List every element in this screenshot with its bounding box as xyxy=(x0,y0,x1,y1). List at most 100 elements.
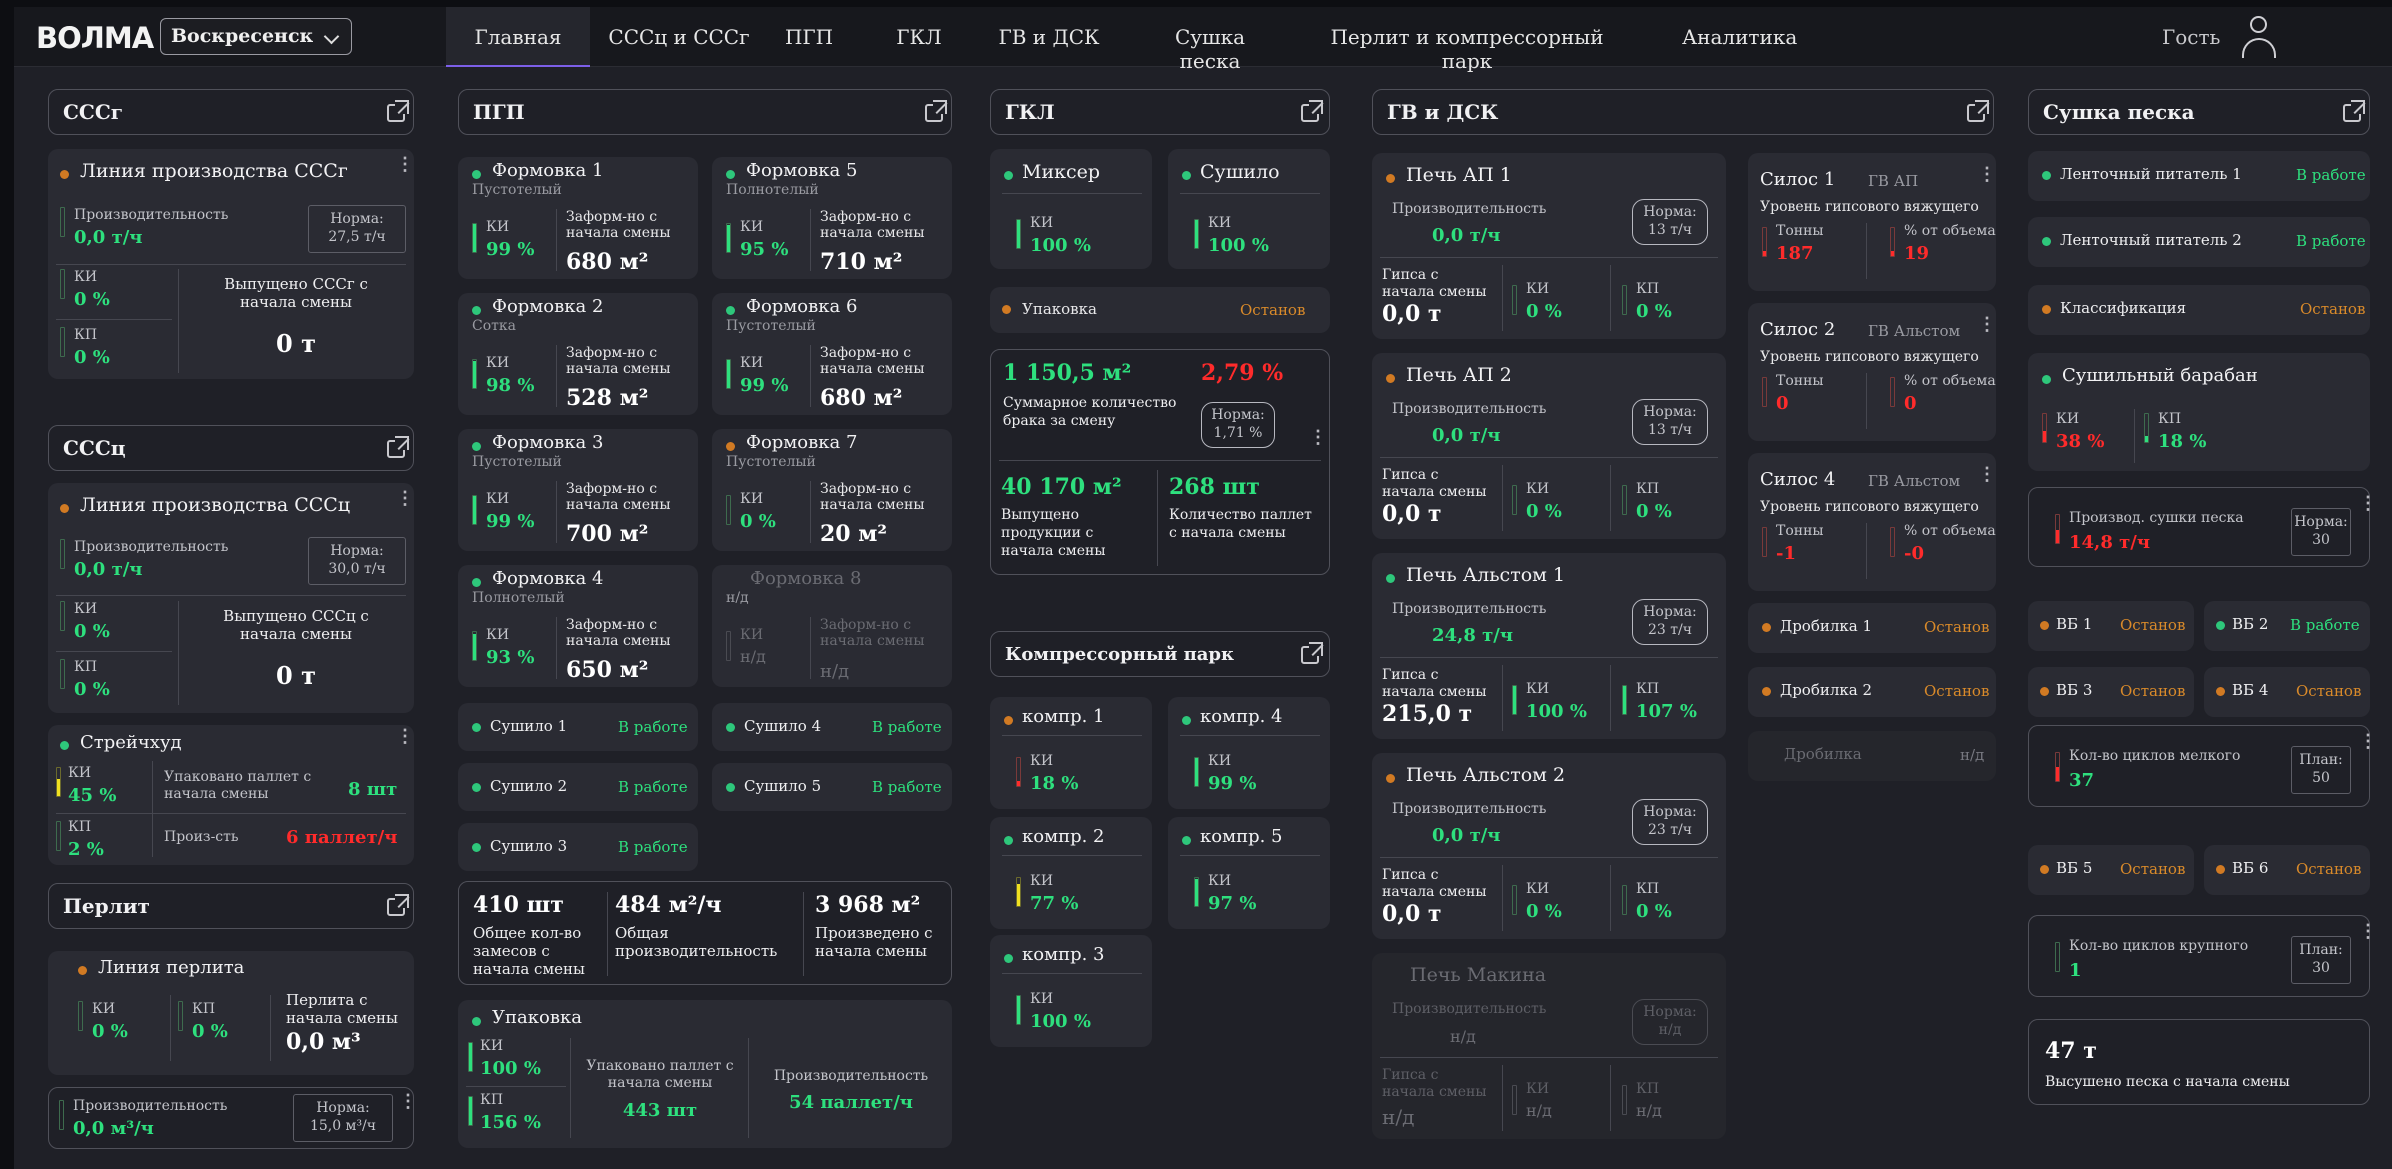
divider xyxy=(1002,855,1142,856)
pgp-summary-card: 410 шт Общее кол-во замесов с начала сме… xyxy=(458,881,952,985)
perf-value: н/д xyxy=(1450,1027,1476,1046)
vb-card: ВБ 1 Останов xyxy=(2028,601,2194,651)
more-menu-icon[interactable]: ⋮ xyxy=(396,490,414,508)
forming-type: Сотка xyxy=(472,318,516,334)
status-dot xyxy=(2042,375,2051,384)
more-menu-icon[interactable]: ⋮ xyxy=(396,156,414,174)
perf-label: Производительность xyxy=(73,1098,228,1114)
perf-value: 6 паллет/ч xyxy=(286,827,398,848)
divider xyxy=(1002,973,1142,974)
oven-card: Печь АП 2 Производительность 0,0 т/ч Норма:… xyxy=(1372,353,1726,539)
external-link-icon[interactable] xyxy=(387,894,409,916)
nav-tab-analytics[interactable]: Аналитика xyxy=(1682,7,1797,67)
dryer-card: Сушило 3 В работе xyxy=(458,823,698,871)
packed-label: Упаковано паллет с начала смены xyxy=(164,769,312,802)
external-link-icon[interactable] xyxy=(1301,642,1323,664)
divider xyxy=(1380,857,1718,858)
section-title: ГВ и ДСК xyxy=(1387,100,1499,124)
section-title: Сушка песка xyxy=(2043,100,2195,124)
divider xyxy=(556,345,557,407)
chevron-down-icon[interactable] xyxy=(323,28,340,45)
ki-label: КИ xyxy=(1526,481,1550,497)
compressor-card: компр. 3 КИ 100 % xyxy=(990,935,1152,1047)
kp-value: 2 % xyxy=(68,839,104,860)
silo-source: ГВ Альстом xyxy=(1868,472,1961,490)
more-menu-icon[interactable]: ⋮ xyxy=(396,728,414,746)
vb-card: ВБ 4 Останов xyxy=(2204,667,2370,717)
silo-title: Силос 1 xyxy=(1760,169,1836,190)
packed-value: 8 шт xyxy=(348,779,398,800)
ki-value: 97 % xyxy=(1208,893,1257,914)
ki-value: н/д xyxy=(740,647,766,666)
external-link-icon[interactable] xyxy=(2343,100,2365,122)
perlite-since-value: 0,0 м³ xyxy=(286,1029,361,1055)
external-link-icon[interactable] xyxy=(387,436,409,458)
status-dot xyxy=(2042,305,2051,314)
status-dot xyxy=(2216,621,2225,630)
total-perf-label: Общая производительность xyxy=(615,924,778,960)
ki-value: 98 % xyxy=(486,375,535,396)
more-menu-icon[interactable]: ⋮ xyxy=(1978,316,1996,334)
dried-label: Высушено песка с начала смены xyxy=(2045,1074,2290,1090)
divider xyxy=(1610,1065,1611,1131)
gauge-bar xyxy=(60,539,65,569)
external-link-icon[interactable] xyxy=(1301,100,1323,122)
norm-value: 30 xyxy=(2312,532,2330,548)
norm-value: 30,0 т/ч xyxy=(328,561,386,577)
formed-label: Заформ-но с начала смены xyxy=(820,345,925,377)
oven-title: Печь АП 1 xyxy=(1406,164,1512,186)
nav-tab-sssc-sssg[interactable]: СССц и СССг xyxy=(604,7,754,67)
divider xyxy=(1610,465,1611,531)
silo-title: Силос 4 xyxy=(1760,469,1836,490)
ki-label: КИ xyxy=(486,355,510,371)
small-cycles-value: 37 xyxy=(2069,770,2095,791)
external-link-icon[interactable] xyxy=(925,100,947,122)
status-dot xyxy=(2042,237,2051,246)
area-value: 1 150,5 м² xyxy=(1003,360,1132,386)
oven-card: Печь АП 1 Производительность 0,0 т/ч Норма:… xyxy=(1372,153,1726,339)
top-bar: ВОЛМА Воскресенск Главная СССц и СССг ПГ… xyxy=(14,7,2392,73)
city-select[interactable]: Воскресенск xyxy=(160,18,352,55)
more-menu-icon[interactable]: ⋮ xyxy=(1978,166,1996,184)
perf-label: Производ. сушки песка xyxy=(2069,510,2244,526)
gauge-bar xyxy=(1512,285,1517,315)
formed-value: 680 м² xyxy=(566,249,649,275)
nav-tab-pgp[interactable]: ПГП xyxy=(782,7,836,67)
user-avatar-icon[interactable] xyxy=(2232,14,2284,62)
item-title: Ленточный питатель 2 xyxy=(2060,231,2242,249)
section-header-pgp: ПГП xyxy=(458,89,952,135)
external-link-icon[interactable] xyxy=(387,100,409,122)
gauge-bar xyxy=(726,223,731,253)
section-header-sssg: СССг xyxy=(48,89,414,135)
more-menu-icon[interactable]: ⋮ xyxy=(1309,429,1327,447)
more-menu-icon[interactable]: ⋮ xyxy=(399,1093,417,1111)
released-label: Выпущено СССц с начала смены xyxy=(223,607,369,643)
nav-tab-sand-drying[interactable]: Сушка песка xyxy=(1144,7,1276,73)
nav-tab-gkl[interactable]: ГКЛ xyxy=(894,7,944,67)
stretchhood-title: Стрейчхуд xyxy=(80,732,182,753)
user-name: Гость xyxy=(2162,25,2221,49)
more-menu-icon[interactable]: ⋮ xyxy=(2359,495,2377,513)
gauge-bar xyxy=(1622,685,1627,715)
plan-label: План: xyxy=(2299,942,2343,958)
status-text: В работе xyxy=(2296,232,2366,250)
nav-tab-gv-dsk[interactable]: ГВ и ДСК xyxy=(994,7,1104,67)
external-link-icon[interactable] xyxy=(1967,100,1989,122)
crusher-card: Дробилка 2 Останов xyxy=(1748,667,1996,717)
status-text: В работе xyxy=(618,778,688,796)
norm-value: 27,5 т/ч xyxy=(328,229,386,245)
more-menu-icon[interactable]: ⋮ xyxy=(1978,466,1996,484)
ki-value: 100 % xyxy=(1208,235,1269,256)
mixer-title: Миксер xyxy=(1022,161,1101,183)
more-menu-icon[interactable]: ⋮ xyxy=(2359,923,2377,941)
perf-label: Производительность xyxy=(1392,401,1547,417)
perf-value: 0,0 т/ч xyxy=(1432,425,1501,446)
more-menu-icon[interactable]: ⋮ xyxy=(2359,733,2377,751)
dryer-title: Сушило 1 xyxy=(490,717,568,735)
norm-label: Норма: xyxy=(2294,514,2348,530)
kp-label: КП xyxy=(1636,281,1660,297)
nav-tab-perlite-compressors[interactable]: Перлит и компрессорный парк xyxy=(1326,7,1608,73)
divider xyxy=(1380,1057,1718,1058)
forming-card: Формовка 6 Пустотелый КИ 99 % Заформ-но с на… xyxy=(712,293,952,415)
nav-tab-main[interactable]: Главная xyxy=(446,7,590,67)
